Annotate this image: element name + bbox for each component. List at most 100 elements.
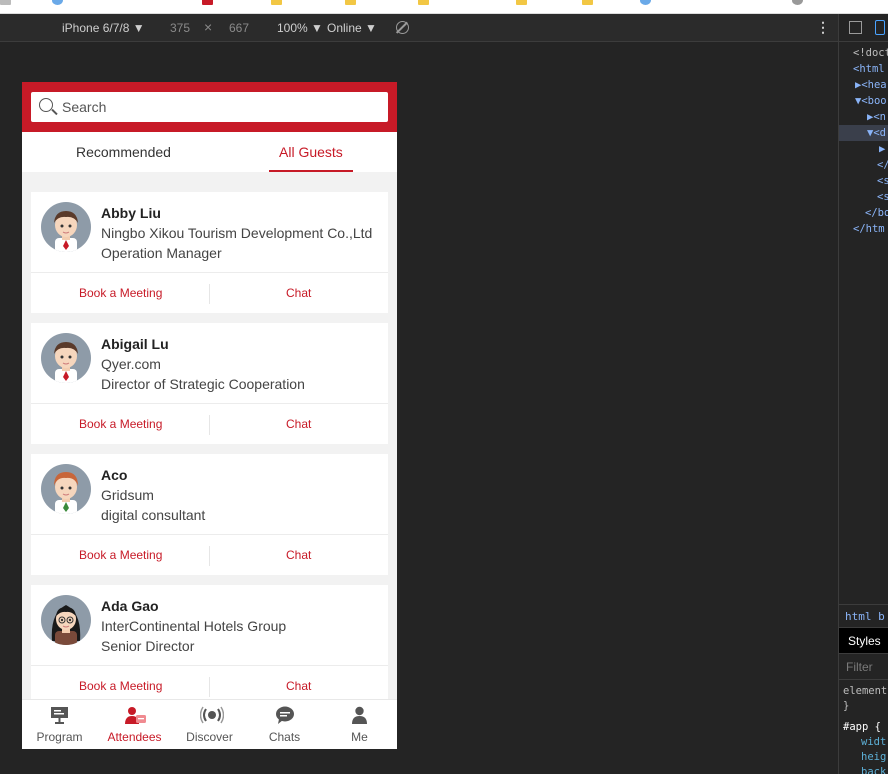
- inspect-element-icon[interactable]: [849, 21, 862, 34]
- bottom-tab-bar: Program Attendees Discover Chats Me: [22, 699, 397, 749]
- avatar: [41, 595, 91, 645]
- tab-chats[interactable]: Chats: [247, 700, 322, 749]
- css-line: element: [843, 685, 888, 697]
- avatar: [41, 202, 91, 252]
- guest-company: Qyer.com: [101, 356, 161, 372]
- guest-name: Aco: [101, 467, 128, 483]
- guest-company: Ningbo Xikou Tourism Development Co.,Ltd: [101, 225, 373, 241]
- bookmark-item[interactable]: [52, 0, 67, 6]
- avatar: [41, 333, 91, 383]
- css-line: }: [843, 700, 850, 712]
- card-actions: Book a Meeting Chat: [31, 534, 388, 575]
- bookmark-item[interactable]: [640, 0, 655, 6]
- guest-name: Abby Liu: [101, 205, 161, 221]
- tab-recommended[interactable]: Recommended: [76, 144, 171, 160]
- guest-title: digital consultant: [101, 507, 206, 523]
- guest-list: Abby Liu Ningbo Xikou Tourism Developmen…: [31, 192, 388, 716]
- guest-name: Abigail Lu: [101, 336, 169, 352]
- dom-node[interactable]: ▼<boo: [839, 93, 888, 109]
- dom-node[interactable]: </: [839, 157, 888, 173]
- dom-node[interactable]: ▶<n: [839, 109, 888, 125]
- guest-card[interactable]: Aco Gridsum digital consultant Book a Me…: [31, 454, 388, 575]
- bookmark-item[interactable]: [418, 0, 433, 6]
- search-bar[interactable]: [31, 92, 388, 122]
- guest-title: Senior Director: [101, 638, 195, 654]
- active-tab-indicator: [269, 170, 353, 172]
- dom-tree: <!doct <html ▶<hea ▼<boo ▶<n ▼<d ▶ </ <s…: [839, 42, 888, 237]
- person-icon: [352, 706, 367, 724]
- tab-label: Discover: [186, 730, 233, 744]
- book-meeting-button[interactable]: Book a Meeting: [79, 679, 162, 693]
- guest-name: Ada Gao: [101, 598, 159, 614]
- more-options-icon[interactable]: ⋮: [816, 20, 830, 34]
- chat-button[interactable]: Chat: [286, 548, 311, 562]
- dom-breadcrumb[interactable]: html b: [839, 604, 888, 628]
- dom-node[interactable]: <s: [839, 173, 888, 189]
- devtools-panel: <!doct <html ▶<hea ▼<boo ▶<n ▼<d ▶ </ <s…: [838, 14, 888, 774]
- guest-title: Director of Strategic Cooperation: [101, 376, 305, 392]
- divider: [209, 546, 210, 566]
- dom-node[interactable]: ▶: [839, 141, 888, 157]
- device-height-input[interactable]: 667: [229, 21, 249, 35]
- device-toolbar-icon[interactable]: [875, 20, 885, 35]
- bookmark-item[interactable]: [516, 0, 531, 6]
- dom-node[interactable]: <s: [839, 189, 888, 205]
- presentation-icon: [51, 707, 68, 724]
- book-meeting-button[interactable]: Book a Meeting: [79, 548, 162, 562]
- css-property: heig: [861, 751, 887, 763]
- tab-discover[interactable]: Discover: [172, 700, 247, 749]
- guest-company: Gridsum: [101, 487, 154, 503]
- book-meeting-button[interactable]: Book a Meeting: [79, 417, 162, 431]
- zoom-select[interactable]: 100% ▼: [277, 21, 323, 35]
- bookmark-item[interactable]: [582, 0, 597, 6]
- css-rules: element } #app { widt heig back: [839, 680, 888, 774]
- css-property: back: [861, 766, 887, 774]
- dom-node[interactable]: </htm: [839, 221, 888, 237]
- guest-card[interactable]: Abigail Lu Qyer.com Director of Strategi…: [31, 323, 388, 444]
- rotate-icon[interactable]: [396, 21, 409, 34]
- chat-button[interactable]: Chat: [286, 286, 311, 300]
- card-actions: Book a Meeting Chat: [31, 272, 388, 313]
- tab-label: Me: [351, 730, 368, 744]
- dom-node[interactable]: <html: [839, 61, 888, 77]
- network-throttle-select[interactable]: Online ▼: [327, 21, 377, 35]
- dom-node[interactable]: <!doct: [839, 45, 888, 61]
- divider: [209, 677, 210, 697]
- css-property: widt: [861, 736, 887, 748]
- devtools-tabs: [839, 14, 888, 42]
- device-toolbar: iPhone 6/7/8 ▼ 375 × 667 100% ▼ Online ▼…: [0, 14, 838, 42]
- chat-button[interactable]: Chat: [286, 417, 311, 431]
- chat-button[interactable]: Chat: [286, 679, 311, 693]
- search-input[interactable]: [62, 99, 362, 115]
- guest-card[interactable]: Abby Liu Ningbo Xikou Tourism Developmen…: [31, 192, 388, 313]
- tab-label: Program: [36, 730, 83, 744]
- tab-program[interactable]: Program: [22, 700, 97, 749]
- book-meeting-button[interactable]: Book a Meeting: [79, 286, 162, 300]
- bookmark-item[interactable]: [0, 0, 15, 6]
- styles-filter-input[interactable]: Filter: [839, 654, 888, 680]
- guest-card[interactable]: Ada Gao InterContinental Hotels Group Se…: [31, 585, 388, 706]
- bookmark-item[interactable]: [202, 0, 217, 6]
- tab-attendees[interactable]: Attendees: [97, 700, 172, 749]
- divider: [209, 415, 210, 435]
- card-actions: Book a Meeting Chat: [31, 403, 388, 444]
- dom-node[interactable]: </bo: [839, 205, 888, 221]
- bookmark-item[interactable]: [345, 0, 360, 6]
- devtools-lower: html b Styles Filter element } #app { wi…: [839, 604, 888, 774]
- css-selector: #app {: [843, 721, 881, 733]
- app-header: [22, 82, 397, 132]
- dom-node[interactable]: ▶<hea: [839, 77, 888, 93]
- device-select[interactable]: iPhone 6/7/8 ▼: [62, 21, 145, 35]
- guest-tabs: Recommended All Guests: [22, 132, 397, 172]
- device-width-input[interactable]: 375: [170, 21, 190, 35]
- bookmark-item[interactable]: [271, 0, 286, 6]
- dom-node-selected[interactable]: ▼<d: [839, 125, 888, 141]
- styles-tab[interactable]: Styles: [839, 628, 888, 654]
- chat-bubble-icon: [276, 706, 294, 724]
- bookmark-item[interactable]: [792, 0, 807, 6]
- search-icon: [39, 98, 53, 112]
- tab-label: Chats: [268, 730, 301, 744]
- divider: [209, 284, 210, 304]
- tab-all-guests[interactable]: All Guests: [279, 144, 343, 160]
- tab-me[interactable]: Me: [322, 700, 397, 749]
